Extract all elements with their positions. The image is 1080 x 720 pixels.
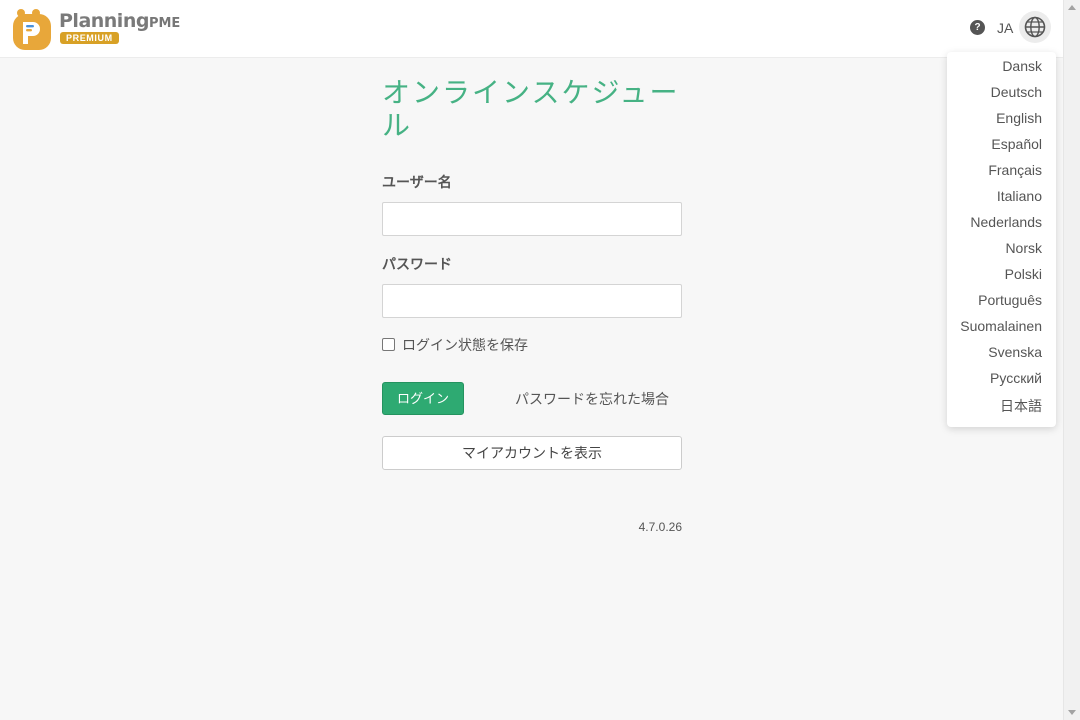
language-option-polski[interactable]: Polski — [1005, 266, 1042, 282]
password-input[interactable] — [382, 284, 682, 318]
remember-me-label[interactable]: ログイン状態を保存 — [402, 335, 528, 355]
page-title: オンラインスケジュール — [382, 77, 680, 141]
globe-icon — [1024, 16, 1046, 38]
logo-text: Planning — [59, 10, 149, 32]
scroll-up-arrow-icon[interactable] — [1068, 5, 1076, 10]
language-option-portugues[interactable]: Português — [978, 292, 1042, 308]
forgot-password-link[interactable]: パスワードを忘れた場合 — [515, 389, 669, 409]
language-dropdown-menu: Dansk Deutsch English Español Français I… — [947, 52, 1056, 427]
language-option-english[interactable]: English — [996, 110, 1042, 126]
top-header: PlanningPME PREMIUM ? JA — [0, 0, 1063, 58]
version-number: 4.7.0.26 — [638, 520, 682, 534]
scroll-down-arrow-icon[interactable] — [1068, 710, 1076, 715]
language-option-espanol[interactable]: Español — [991, 136, 1042, 152]
username-label: ユーザー名 — [382, 174, 452, 190]
help-icon[interactable]: ? — [970, 20, 985, 35]
vertical-scrollbar[interactable] — [1063, 0, 1080, 720]
language-selector-button[interactable] — [1019, 11, 1051, 43]
language-option-suomalainen[interactable]: Suomalainen — [960, 318, 1042, 334]
logo-icon — [13, 9, 51, 50]
username-input[interactable] — [382, 202, 682, 236]
premium-badge: PREMIUM — [60, 32, 119, 44]
language-option-dansk[interactable]: Dansk — [1002, 58, 1042, 74]
language-option-nederlands[interactable]: Nederlands — [970, 214, 1042, 230]
view-my-account-button[interactable]: マイアカウントを表示 — [382, 436, 682, 470]
planningpme-logo[interactable]: PlanningPME PREMIUM — [12, 6, 180, 50]
language-option-francais[interactable]: Français — [988, 162, 1042, 178]
language-option-russian[interactable]: Русский — [990, 370, 1042, 386]
language-option-svenska[interactable]: Svenska — [988, 344, 1042, 360]
password-label: パスワード — [382, 256, 452, 272]
language-option-japanese[interactable]: 日本語 — [1000, 396, 1042, 416]
current-language-code[interactable]: JA — [997, 20, 1013, 36]
login-button[interactable]: ログイン — [382, 382, 464, 415]
language-option-deutsch[interactable]: Deutsch — [991, 84, 1042, 100]
remember-me-checkbox[interactable] — [382, 338, 395, 351]
language-option-norsk[interactable]: Norsk — [1005, 240, 1042, 256]
logo-wordmark: PlanningPME — [59, 10, 180, 32]
language-option-italiano[interactable]: Italiano — [997, 188, 1042, 204]
logo-text-suffix: PME — [148, 16, 181, 31]
